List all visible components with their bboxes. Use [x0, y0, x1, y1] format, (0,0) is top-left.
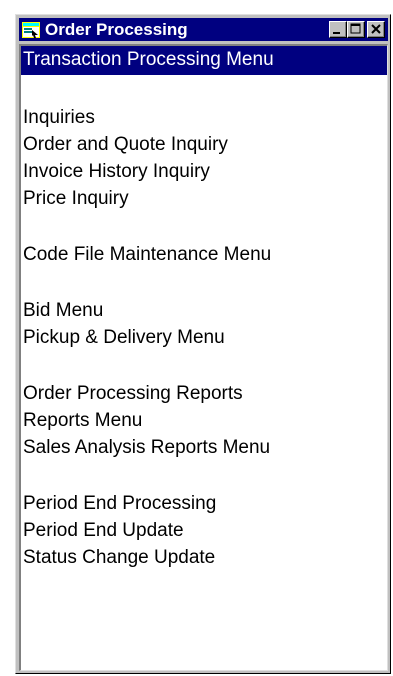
app-window-icon[interactable] — [22, 21, 40, 38]
menu-item-inquiries[interactable]: Inquiries — [21, 104, 387, 131]
close-icon — [371, 24, 381, 34]
menu-item-period-end-update[interactable]: Period End Update — [21, 517, 387, 544]
menu-item-status-change-update[interactable]: Status Change Update — [21, 544, 387, 571]
menu-item-reports-menu[interactable]: Reports Menu — [21, 407, 387, 434]
close-button[interactable] — [367, 21, 385, 38]
maximize-icon — [350, 23, 361, 34]
window-title: Order Processing — [45, 19, 188, 39]
menu-item-code-file-maintenance[interactable]: Code File Maintenance Menu — [21, 241, 387, 268]
menu-item-sales-analysis-reports[interactable]: Sales Analysis Reports Menu — [21, 434, 387, 461]
menu-item-period-end-processing[interactable]: Period End Processing — [21, 490, 387, 517]
minimize-icon — [333, 32, 340, 34]
menu-item-pickup-delivery[interactable]: Pickup & Delivery Menu — [21, 324, 387, 351]
menu-item-invoice-history-inquiry[interactable]: Invoice History Inquiry — [21, 158, 387, 185]
title-bar[interactable]: Order Processing — [19, 18, 388, 41]
minimize-button[interactable] — [329, 21, 347, 38]
menu-item-transaction-processing[interactable]: Transaction Processing Menu — [21, 46, 387, 75]
menu-item-order-processing-reports[interactable]: Order Processing Reports — [21, 380, 387, 407]
window-controls — [329, 21, 385, 38]
menu-item-price-inquiry[interactable]: Price Inquiry — [21, 185, 387, 212]
order-processing-window: Order Processing Transaction Processing — [15, 14, 391, 674]
maximize-button[interactable] — [347, 21, 365, 38]
menu-list: Transaction Processing Menu Inquiries Or… — [19, 44, 388, 671]
menu-item-bid-menu[interactable]: Bid Menu — [21, 297, 387, 324]
menu-item-order-quote-inquiry[interactable]: Order and Quote Inquiry — [21, 131, 387, 158]
